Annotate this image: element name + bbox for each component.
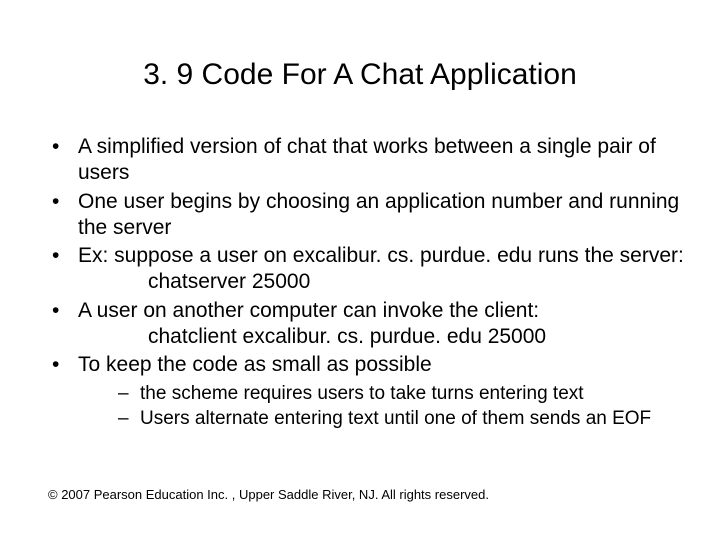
code-line: chatclient excalibur. cs. purdue. edu 25… <box>78 324 690 350</box>
bullet-item: To keep the code as small as possible th… <box>40 352 690 431</box>
code-line: chatserver 25000 <box>78 269 690 295</box>
bullet-text: One user begins by choosing an applicati… <box>78 190 679 239</box>
bullet-item: One user begins by choosing an applicati… <box>40 189 690 242</box>
bullet-text: To keep the code as small as possible <box>78 353 432 376</box>
bullet-item: A user on another computer can invoke th… <box>40 298 690 351</box>
slide-title: 3. 9 Code For A Chat Application <box>30 58 690 92</box>
bullet-list: A simplified version of chat that works … <box>40 134 690 431</box>
bullet-item: A simplified version of chat that works … <box>40 134 690 187</box>
bullet-item: Ex: suppose a user on excalibur. cs. pur… <box>40 243 690 296</box>
sub-bullet-item: Users alternate entering text until one … <box>118 407 690 431</box>
sub-bullet-text: Users alternate entering text until one … <box>140 408 651 429</box>
sub-bullet-text: the scheme requires users to take turns … <box>140 383 584 404</box>
sub-bullet-list: the scheme requires users to take turns … <box>118 382 690 431</box>
copyright-footer: © 2007 Pearson Education Inc. , Upper Sa… <box>48 487 489 502</box>
bullet-text: Ex: suppose a user on excalibur. cs. pur… <box>78 244 684 267</box>
sub-bullet-item: the scheme requires users to take turns … <box>118 382 690 406</box>
bullet-text: A user on another computer can invoke th… <box>78 299 539 322</box>
slide: 3. 9 Code For A Chat Application A simpl… <box>0 0 720 540</box>
bullet-text: A simplified version of chat that works … <box>78 135 656 184</box>
